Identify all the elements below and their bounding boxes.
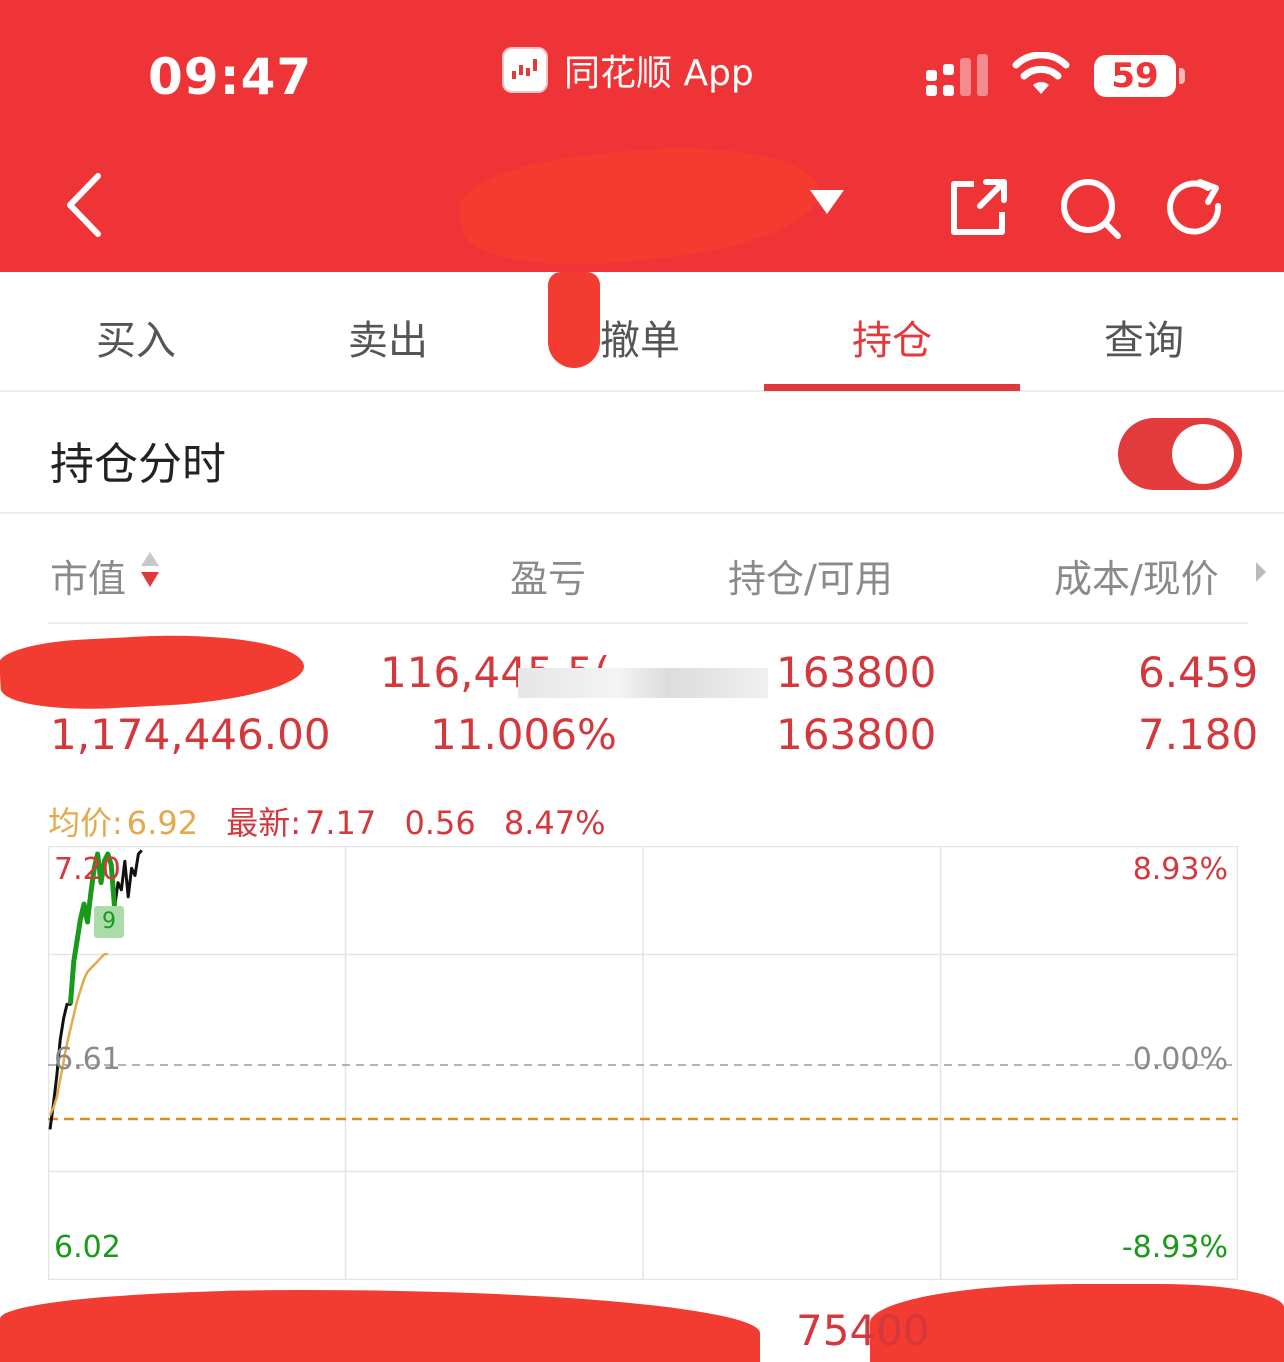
toggle-label: 持仓分时 — [50, 439, 226, 490]
top-bar: 09:47 同花顺 App 59 — [0, 0, 1284, 279]
y-label-mid: 6.61 — [54, 1042, 121, 1077]
pnl-percent: 11.006% — [430, 710, 617, 759]
holding-intraday-toggle[interactable] — [1118, 418, 1242, 490]
latest-price-label: 最新: — [226, 804, 302, 842]
intraday-chart-svg — [47, 845, 1239, 1281]
divider — [48, 622, 1248, 624]
column-pnl: 盈亏 — [510, 557, 587, 601]
trade-tabs: 买入 卖出 撤单 持仓 查询 — [0, 272, 1284, 392]
intraday-chart[interactable]: 7.20 6.61 6.02 8.93% 0.00% -8.93% 9 — [47, 845, 1239, 1281]
pct-label-high: 8.93% — [1132, 852, 1228, 887]
signal-marker: 9 — [94, 906, 124, 938]
column-position: 持仓/可用 — [728, 557, 893, 601]
avg-series-line — [48, 952, 108, 1116]
market-value: 1,174,446.00 — [50, 710, 331, 759]
sort-icon[interactable] — [140, 550, 160, 590]
tab-sell[interactable]: 卖出 — [262, 308, 514, 366]
search-icon[interactable] — [1058, 176, 1122, 240]
app-icon — [502, 47, 548, 93]
avg-price-label: 均价: — [48, 804, 123, 842]
refresh-icon[interactable] — [1164, 176, 1228, 240]
dropdown-triangle-icon[interactable] — [806, 186, 848, 218]
stock-name-redacted — [0, 628, 306, 714]
redaction-right — [870, 1284, 1284, 1362]
app-switcher[interactable]: 同花顺 App — [502, 44, 754, 96]
available-qty: 163800 — [776, 710, 937, 759]
holding-intraday-row: 持仓分时 — [0, 394, 1284, 514]
pct-label-mid: 0.00% — [1132, 1042, 1228, 1077]
y-label-low: 6.02 — [54, 1230, 121, 1265]
cellular-signal-icon — [926, 54, 988, 96]
column-market-value[interactable]: 市值 — [50, 548, 126, 603]
battery-nub — [1179, 68, 1185, 84]
pct-label-low: -8.93% — [1121, 1230, 1228, 1265]
price-change: 0.56 — [404, 804, 476, 842]
tab-buy[interactable]: 买入 — [10, 308, 262, 366]
position-qty: 163800 — [776, 648, 937, 697]
battery-indicator: 59 — [1094, 55, 1176, 97]
share-icon[interactable] — [946, 176, 1010, 240]
tab-query[interactable]: 查询 — [1018, 308, 1270, 366]
redaction-mark — [548, 272, 600, 368]
y-label-high: 7.20 — [54, 852, 121, 887]
app-name: 同花顺 App — [564, 53, 754, 94]
back-arrow-icon[interactable] — [60, 170, 110, 240]
chart-legend: 均价: 6.92 最新: 7.17 0.56 8.47% — [48, 798, 624, 844]
status-time: 09:47 — [148, 48, 313, 106]
avg-price-value: 6.92 — [126, 804, 199, 842]
price-series-line — [48, 849, 143, 1130]
account-title-redacted[interactable] — [455, 131, 825, 279]
column-cost-price: 成本/现价 — [1054, 557, 1219, 601]
cost-price: 6.459 — [1138, 648, 1259, 697]
chevron-right-icon[interactable] — [1254, 560, 1268, 584]
next-position-qty: 75400 — [796, 1306, 930, 1355]
price-change-percent: 8.47% — [503, 804, 606, 842]
wifi-icon — [1012, 52, 1070, 94]
redaction-left — [0, 1290, 760, 1362]
tab-holdings[interactable]: 持仓 — [766, 308, 1018, 366]
latest-price-value: 7.17 — [305, 804, 377, 842]
current-price: 7.180 — [1138, 710, 1259, 759]
active-tab-indicator — [764, 384, 1020, 391]
blurred-area — [518, 668, 768, 698]
toggle-knob — [1172, 424, 1234, 484]
